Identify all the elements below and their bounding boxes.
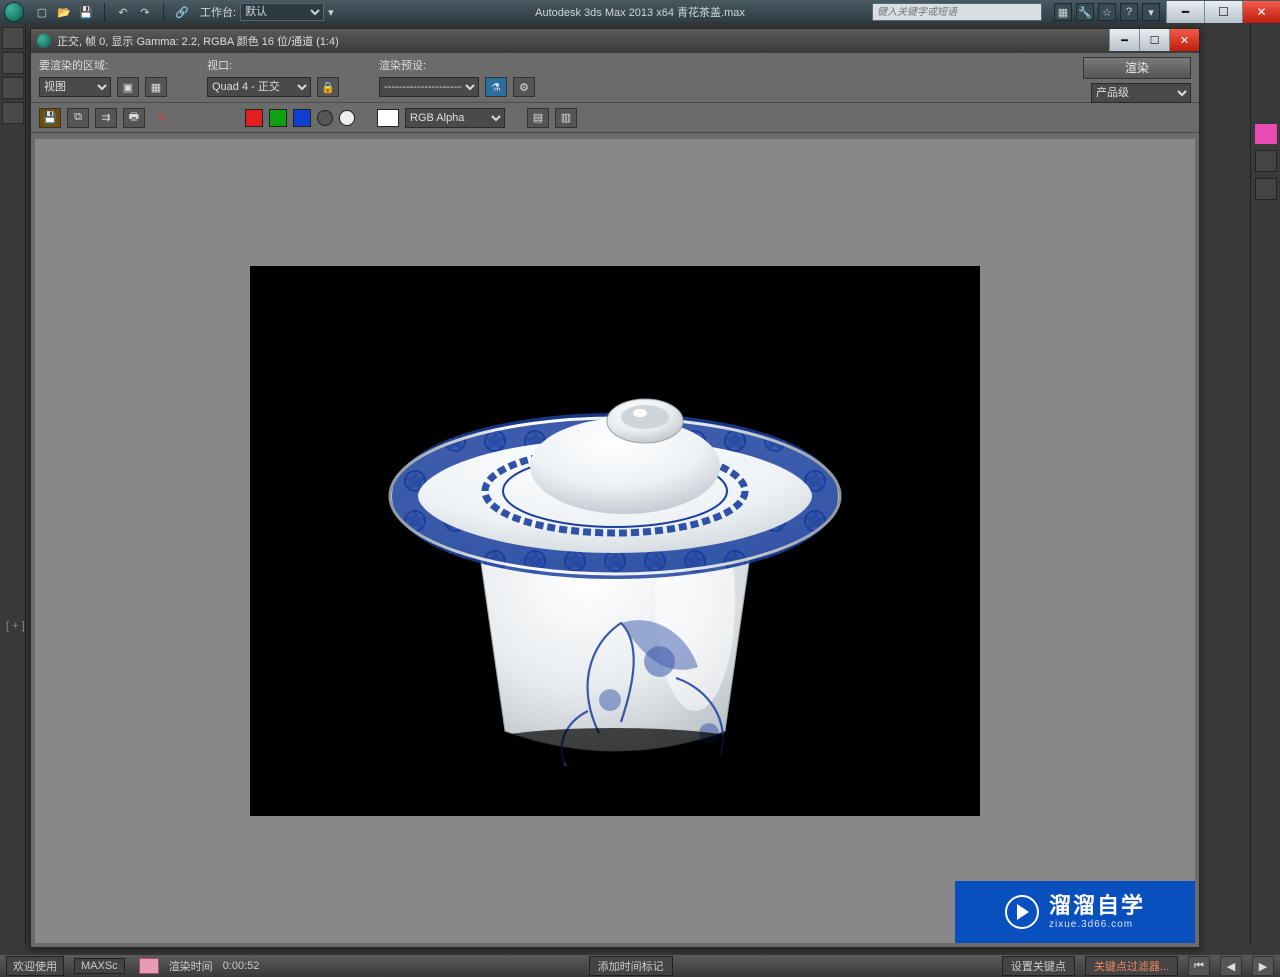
move-tool-icon[interactable]: [2, 52, 24, 74]
color-swatch[interactable]: [1255, 124, 1277, 144]
goto-start-icon[interactable]: ⏮: [1188, 956, 1210, 976]
render-settings-row: 要渲染的区域: 视图 ▣ ▦ 视口: Quad 4 - 正交 🔒 渲染预设: -…: [31, 53, 1199, 103]
teacup-illustration: [355, 301, 875, 781]
toggle-overlay-icon[interactable]: ▥: [555, 108, 577, 128]
render-window-titlebar[interactable]: 正交, 帧 0, 显示 Gamma: 2.2, RGBA 颜色 16 位/通道 …: [31, 29, 1199, 53]
watermark-banner: 溜溜自学 zixue.3d66.com: [955, 881, 1195, 943]
region-edit-icon[interactable]: ▣: [117, 77, 139, 97]
key-filters-button[interactable]: 关键点过滤器...: [1085, 956, 1178, 976]
render-button[interactable]: 渲染: [1083, 57, 1191, 79]
render-button-group: 渲染 产品级: [1083, 57, 1191, 103]
close-button[interactable]: ✕: [1242, 1, 1280, 23]
app-title: Autodesk 3ds Max 2013 x64 青花茶盖.max: [535, 4, 745, 20]
toggle-ui-icon[interactable]: ▤: [527, 108, 549, 128]
play-icon: [1005, 895, 1039, 929]
production-select[interactable]: 产品级: [1091, 83, 1191, 103]
panel-slot[interactable]: [1255, 178, 1277, 200]
channel-select[interactable]: RGB Alpha: [405, 108, 505, 128]
workspace-label: 工作台:: [196, 4, 240, 20]
open-file-icon[interactable]: 📂: [56, 4, 72, 20]
set-key-button[interactable]: 设置关键点: [1002, 956, 1075, 976]
environment-icon[interactable]: ⚙: [513, 77, 535, 97]
area-to-render-group: 要渲染的区域: 视图 ▣ ▦: [39, 57, 167, 97]
maxscript-chip[interactable]: MAXSc: [74, 958, 125, 974]
main-window-controls: ━ ☐ ✕: [1166, 1, 1280, 23]
favorite-icon[interactable]: ☆: [1098, 3, 1116, 21]
alpha-channel-toggle[interactable]: [317, 110, 333, 126]
clone-window-icon[interactable]: ⇉: [95, 108, 117, 128]
viewport-label-hint: [ + ]: [6, 620, 25, 632]
green-channel-toggle[interactable]: [269, 109, 287, 127]
rw-minimize-button[interactable]: ━: [1109, 29, 1139, 51]
undo-icon[interactable]: ↶: [115, 4, 131, 20]
save-file-icon[interactable]: 💾: [78, 4, 94, 20]
render-viewport[interactable]: 溜溜自学 zixue.3d66.com: [35, 139, 1195, 943]
left-toolbar: [0, 24, 26, 944]
link-icon[interactable]: 🔗: [174, 4, 190, 20]
preset-label: 渲染预设:: [379, 57, 535, 73]
search-input[interactable]: [872, 3, 1042, 21]
render-toolbar: 💾 ⧉ ⇉ 🖶 ✕ RGB Alpha ▤ ▥: [31, 103, 1199, 133]
lock-viewport-icon[interactable]: 🔒: [317, 77, 339, 97]
render-window-icon: [37, 34, 51, 48]
welcome-chip[interactable]: 欢迎使用: [6, 956, 64, 976]
clear-image-icon[interactable]: ✕: [151, 108, 173, 128]
subscription-icon[interactable]: ▦: [1054, 3, 1072, 21]
copy-image-icon[interactable]: ⧉: [67, 108, 89, 128]
rw-maximize-button[interactable]: ☐: [1139, 29, 1169, 51]
viewport-label: 视口:: [207, 57, 339, 73]
play-icon[interactable]: ▶: [1252, 956, 1274, 976]
minimize-button[interactable]: ━: [1166, 1, 1204, 23]
viewport-group: 视口: Quad 4 - 正交 🔒: [207, 57, 339, 97]
viewport-select[interactable]: Quad 4 - 正交: [207, 77, 311, 97]
maximize-button[interactable]: ☐: [1204, 1, 1242, 23]
scale-tool-icon[interactable]: [2, 102, 24, 124]
save-image-icon[interactable]: 💾: [39, 108, 61, 128]
add-time-tag-label: 添加时间标记: [598, 961, 664, 973]
rotate-tool-icon[interactable]: [2, 77, 24, 99]
preset-select[interactable]: --------------------------: [379, 77, 479, 97]
exchange-icon[interactable]: 🔧: [1076, 3, 1094, 21]
help-icon[interactable]: ?: [1120, 3, 1138, 21]
help-dropdown-icon[interactable]: ▾: [1142, 3, 1160, 21]
render-window-title: 正交, 帧 0, 显示 Gamma: 2.2, RGBA 颜色 16 位/通道 …: [57, 33, 339, 49]
panel-slot[interactable]: [1255, 150, 1277, 172]
rw-close-button[interactable]: ✕: [1169, 29, 1199, 51]
bg-color-swatch[interactable]: [377, 109, 399, 127]
render-setup-icon[interactable]: ⚗: [485, 77, 507, 97]
title-utility-icons: ▦ 🔧 ☆ ? ▾: [1054, 3, 1160, 21]
blue-channel-toggle[interactable]: [293, 109, 311, 127]
quick-access-toolbar: ▢ 📂 💾 ↶ ↷ 🔗: [28, 3, 196, 21]
app-logo-icon[interactable]: [4, 2, 24, 22]
select-tool-icon[interactable]: [2, 27, 24, 49]
area-label: 要渲染的区域:: [39, 57, 167, 73]
mono-channel-toggle[interactable]: [339, 110, 355, 126]
app-titlebar: ▢ 📂 💾 ↶ ↷ 🔗 工作台: 默认 ▾ Autodesk 3ds Max 2…: [0, 0, 1280, 24]
status-bar: 欢迎使用 MAXSc 渲染时间 0:00:52 添加时间标记 设置关键点 关键点…: [0, 955, 1280, 977]
render-time-value: 0:00:52: [223, 960, 260, 972]
render-time-label: 渲染时间: [169, 958, 213, 974]
add-time-tag-button[interactable]: 添加时间标记: [589, 956, 673, 976]
print-icon[interactable]: 🖶: [123, 108, 145, 128]
workspace-dropdown-icon[interactable]: ▾: [328, 6, 334, 19]
auto-region-icon[interactable]: ▦: [145, 77, 167, 97]
redo-icon[interactable]: ↷: [137, 4, 153, 20]
watermark-url: zixue.3d66.com: [1049, 919, 1145, 930]
command-panel: [1250, 24, 1280, 944]
workspace-select[interactable]: 默认: [240, 3, 324, 21]
render-frame-window: 正交, 帧 0, 显示 Gamma: 2.2, RGBA 颜色 16 位/通道 …: [30, 28, 1200, 948]
preset-group: 渲染预设: -------------------------- ⚗ ⚙: [379, 57, 535, 97]
rendered-image: [250, 266, 980, 816]
area-select[interactable]: 视图: [39, 77, 111, 97]
mini-swatch[interactable]: [139, 958, 159, 974]
watermark-title: 溜溜自学: [1049, 894, 1145, 918]
prev-frame-icon[interactable]: ◀: [1220, 956, 1242, 976]
red-channel-toggle[interactable]: [245, 109, 263, 127]
new-file-icon[interactable]: ▢: [34, 4, 50, 20]
